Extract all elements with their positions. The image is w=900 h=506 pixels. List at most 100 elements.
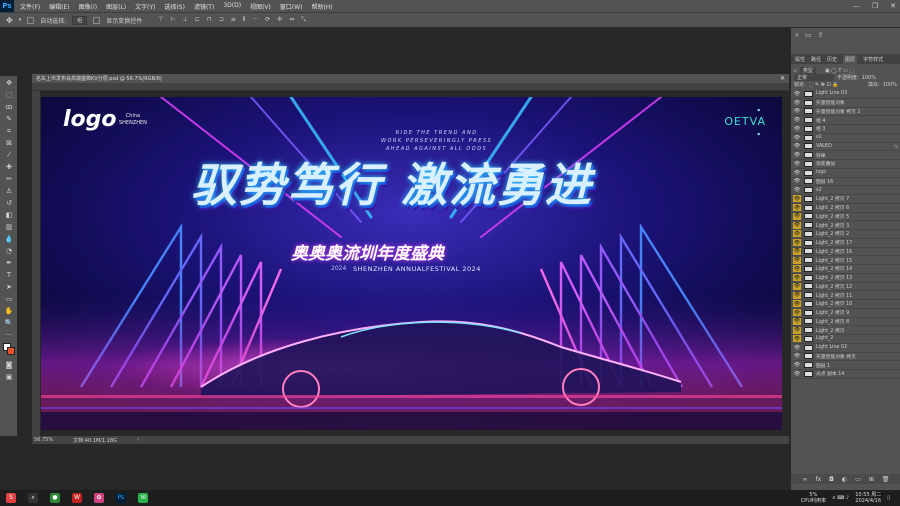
status-arrow-icon[interactable]: › xyxy=(137,437,139,443)
layer-row[interactable]: 👁 Light_2 拷贝 10 xyxy=(791,300,900,309)
hand-tool-icon[interactable]: ✋ xyxy=(4,306,14,316)
visibility-eye-icon[interactable]: 👁 xyxy=(793,274,801,282)
3d-pan-icon[interactable]: ✣ xyxy=(277,16,282,24)
auto-select-dropdown[interactable]: 组 xyxy=(72,15,88,25)
workspace-icon[interactable]: ▭ xyxy=(805,31,812,40)
photoshop-taskbar-icon[interactable]: Ps xyxy=(116,493,126,503)
layer-row[interactable]: 👁 s2 xyxy=(791,186,900,195)
layer-row[interactable]: 👁 s1 xyxy=(791,134,900,143)
tab-history[interactable]: 历史 xyxy=(827,56,837,63)
show-transform-checkbox[interactable] xyxy=(93,16,101,24)
quick-mask-icon[interactable]: ◙ xyxy=(4,360,14,370)
type-tool-icon[interactable]: T xyxy=(4,270,14,280)
clock[interactable]: 10:55 周二 2024/4/16 xyxy=(855,492,881,504)
layer-row[interactable]: 👁 光点 副本 14 xyxy=(791,370,900,379)
blur-tool-icon[interactable]: 💧 xyxy=(4,234,14,244)
visibility-eye-icon[interactable]: 👁 xyxy=(793,344,801,351)
visibility-eye-icon[interactable]: 👁 xyxy=(793,212,801,220)
layer-row[interactable]: 👁 渐变叠加 xyxy=(791,160,900,169)
3d-mode-icon[interactable]: ⟳ xyxy=(265,16,270,24)
mask-icon[interactable]: ◘ xyxy=(829,476,834,483)
tab-properties[interactable]: 属性 xyxy=(795,56,805,63)
visibility-eye-icon[interactable]: 👁 xyxy=(793,108,801,115)
layer-row[interactable]: 👁 Light_2 拷贝 8 xyxy=(791,317,900,327)
layer-row[interactable]: 👁 Light_2 拷贝 6 xyxy=(791,204,900,213)
tray-icons[interactable]: ∧ ⌨ ♪ xyxy=(832,495,849,501)
chevron-down-icon[interactable]: ▾ xyxy=(19,17,22,23)
layer-row[interactable]: 👁 矢量智能对象 拷贝 2 xyxy=(791,108,900,117)
path-select-tool-icon[interactable]: ➤ xyxy=(4,282,14,292)
visibility-eye-icon[interactable]: 👁 xyxy=(793,230,801,238)
layer-row[interactable]: 👁 Light_2 xyxy=(791,335,900,344)
layer-row[interactable]: 👁 Light_2 拷贝 15 xyxy=(791,256,900,265)
menu-item[interactable]: 滤镜(T) xyxy=(194,2,214,11)
marquee-tool-icon[interactable]: ⬚ xyxy=(4,90,14,100)
fill-value[interactable]: 100% xyxy=(883,82,897,88)
minimize-icon[interactable]: — xyxy=(853,2,860,10)
layer-row[interactable]: 👁 VALEO fx xyxy=(791,143,900,152)
layer-row[interactable]: 👁 Light_2 拷贝 17 xyxy=(791,239,900,248)
link-icon[interactable]: ∞ xyxy=(803,476,808,483)
visibility-eye-icon[interactable]: 👁 xyxy=(793,169,801,176)
visibility-eye-icon[interactable]: 👁 xyxy=(793,239,801,247)
more-tools-icon[interactable]: ··· xyxy=(4,330,14,340)
align-middle-icon[interactable]: ⊢ xyxy=(171,16,176,24)
shape-tool-icon[interactable]: ▭ xyxy=(4,294,14,304)
visibility-eye-icon[interactable]: 👁 xyxy=(793,353,801,360)
distribute-h-icon[interactable]: ⦀ xyxy=(243,16,246,24)
move-tool-icon[interactable]: ✥ xyxy=(4,78,14,88)
visibility-eye-icon[interactable]: 👁 xyxy=(793,317,801,325)
dodge-tool-icon[interactable]: ◔ xyxy=(4,246,14,256)
layer-row[interactable]: 👁 Light_2 拷贝 3 xyxy=(791,221,900,230)
layer-row[interactable]: 👁 Light_2 拷贝 2 xyxy=(791,230,900,239)
auto-select-checkbox[interactable] xyxy=(27,16,35,24)
layer-row[interactable]: 👁 Light_2 拷贝 9 xyxy=(791,309,900,318)
visibility-eye-icon[interactable]: 👁 xyxy=(793,99,801,106)
tab-layers[interactable]: 图层 xyxy=(843,54,858,64)
menu-item[interactable]: 选择(S) xyxy=(164,2,185,11)
layer-row[interactable]: 👁 效果 xyxy=(791,151,900,160)
visibility-eye-icon[interactable]: 👁 xyxy=(793,125,801,132)
stamp-tool-icon[interactable]: ♙ xyxy=(4,186,14,196)
layer-row[interactable]: 👁 Light_2 拷贝 5 xyxy=(791,212,900,222)
eyedropper-tool-icon[interactable]: ⁄ xyxy=(4,150,14,160)
align-bottom-icon[interactable]: ⊥ xyxy=(183,16,188,24)
wechat-icon[interactable]: ✉ xyxy=(138,493,148,503)
new-layer-icon[interactable]: ⊞ xyxy=(869,476,874,483)
crop-tool-icon[interactable]: ⌗ xyxy=(4,126,14,136)
opacity-value[interactable]: 100% xyxy=(862,75,876,81)
share-icon[interactable]: ⇪ xyxy=(818,31,824,40)
visibility-eye-icon[interactable]: 👁 xyxy=(793,204,801,212)
visibility-eye-icon[interactable]: 👁 xyxy=(793,300,801,308)
eraser-tool-icon[interactable]: ◧ xyxy=(4,210,14,220)
lock-icons[interactable]: ⬚ ✎ ✥ ⊡ 🔒 xyxy=(809,82,839,88)
wps-icon[interactable]: W xyxy=(72,493,82,503)
canvas[interactable]: logo China SHENZHEN ▪ OETVA ▪ RIDE THE T… xyxy=(41,97,782,430)
visibility-eye-icon[interactable]: 👁 xyxy=(793,195,801,203)
menu-item[interactable]: 图层(L) xyxy=(106,2,126,11)
visibility-eye-icon[interactable]: 👁 xyxy=(793,221,801,229)
visibility-eye-icon[interactable]: 👁 xyxy=(793,90,801,97)
healing-tool-icon[interactable]: ✚ xyxy=(4,162,14,172)
close-document-icon[interactable]: ✕ xyxy=(780,75,785,82)
visibility-eye-icon[interactable]: 👁 xyxy=(793,152,801,159)
folder-icon[interactable]: ▭ xyxy=(855,476,861,483)
paint-icon[interactable]: ✿ xyxy=(94,493,104,503)
menu-item[interactable]: 文件(F) xyxy=(20,2,40,11)
layer-row[interactable]: 👁 Light_2 拷贝 12 xyxy=(791,282,900,292)
history-brush-icon[interactable]: ↺ xyxy=(4,198,14,208)
ruler-vertical[interactable] xyxy=(32,91,40,436)
color-swatches[interactable] xyxy=(0,342,18,358)
menu-item[interactable]: 图像(I) xyxy=(79,2,97,11)
menu-item[interactable]: 文字(Y) xyxy=(135,2,155,11)
layer-row[interactable]: 👁 Light_2 拷贝 xyxy=(791,326,900,335)
more-options-icon[interactable]: ··· xyxy=(252,16,258,24)
3d-slide-icon[interactable]: ⇔ xyxy=(289,16,294,24)
align-left-icon[interactable]: ⊏ xyxy=(195,16,200,24)
adjustment-icon[interactable]: ◐ xyxy=(842,476,847,483)
pen-tool-icon[interactable]: ✒ xyxy=(4,258,14,268)
fx-icon[interactable]: fx xyxy=(816,476,822,483)
tab-paths[interactable]: 路径 xyxy=(811,56,821,63)
visibility-eye-icon[interactable]: 👁 xyxy=(793,265,801,273)
visibility-eye-icon[interactable]: 👁 xyxy=(793,335,801,343)
